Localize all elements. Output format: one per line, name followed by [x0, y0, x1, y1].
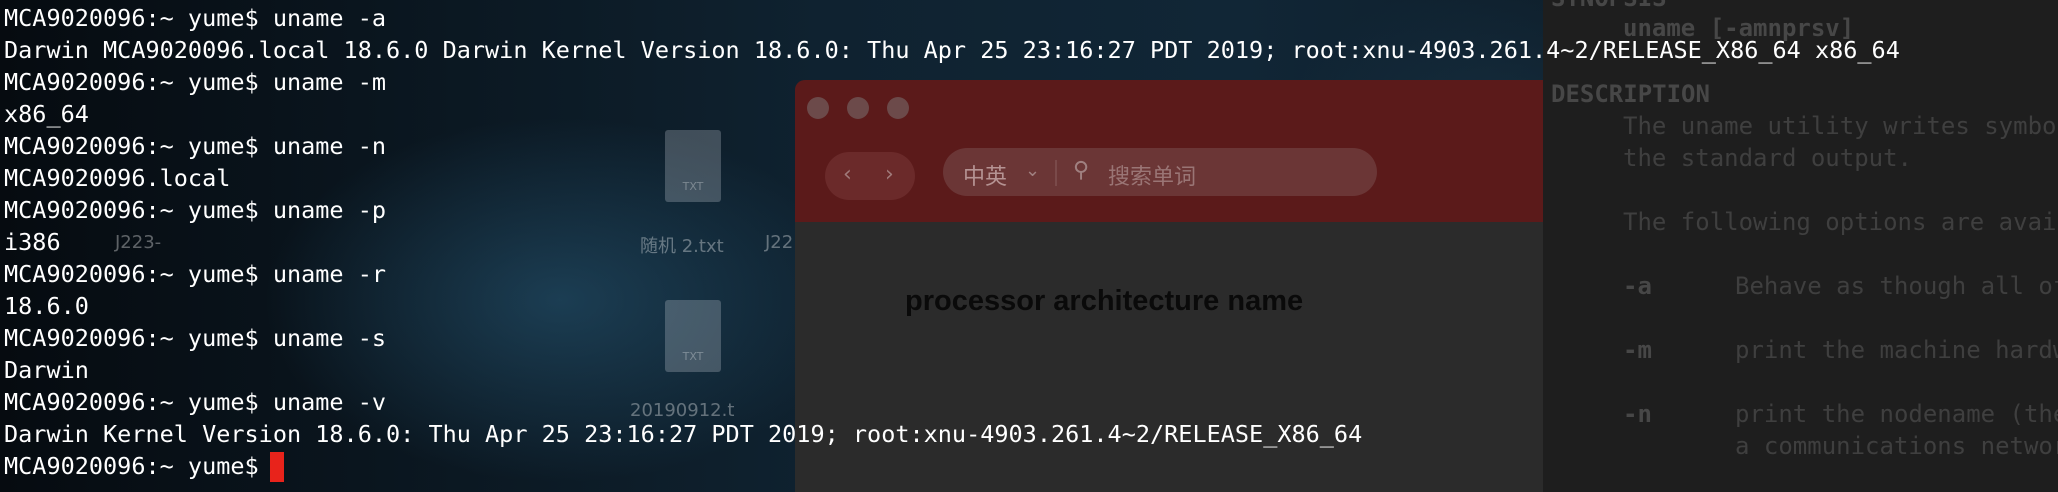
terminal-line: MCA9020096:~ yume$ uname -n	[4, 132, 387, 160]
terminal-line: 18.6.0	[4, 292, 89, 320]
terminal-prompt[interactable]: MCA9020096:~ yume$	[4, 450, 273, 482]
terminal-line: MCA9020096:~ yume$ uname -r	[4, 260, 387, 288]
terminal-line: MCA9020096:~ yume$ uname -p	[4, 196, 387, 224]
terminal-line: x86_64	[4, 100, 89, 128]
terminal-line: i386	[4, 228, 61, 256]
terminal-line: MCA9020096:~ yume$ uname -s	[4, 324, 387, 352]
terminal-line: MCA9020096:~ yume$ uname -m	[4, 68, 387, 96]
terminal-line: MCA9020096:~ yume$ uname -a	[4, 4, 387, 32]
terminal-line: MCA9020096:~ yume$ uname -v	[4, 388, 387, 416]
terminal-line: Darwin Kernel Version 18.6.0: Thu Apr 25…	[4, 420, 1363, 448]
terminal-line: MCA9020096.local	[4, 164, 231, 192]
terminal-line: Darwin	[4, 356, 89, 384]
terminal-window[interactable]: MCA9020096:~ yume$ uname -a Darwin MCA90…	[0, 0, 2058, 492]
terminal-line: Darwin MCA9020096.local 18.6.0 Darwin Ke…	[4, 36, 1900, 64]
terminal-cursor	[270, 452, 284, 482]
